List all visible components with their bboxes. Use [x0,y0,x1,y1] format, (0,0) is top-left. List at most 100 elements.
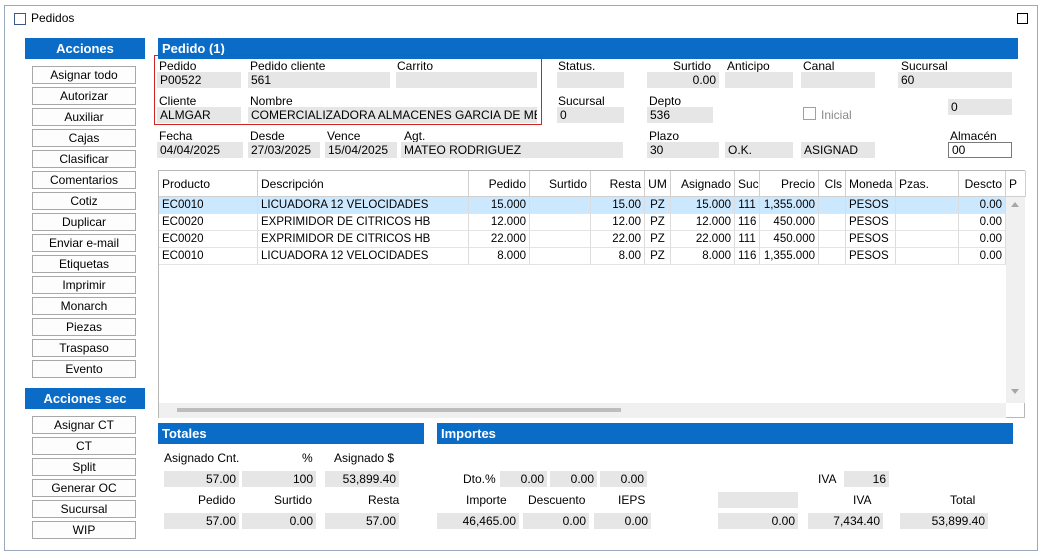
cell-pzas[interactable] [896,248,959,265]
column-header-asignado[interactable]: Asignado [671,171,735,197]
sucursal-field[interactable]: 0 [557,107,624,123]
comentarios-button[interactable]: Comentarios [32,171,136,189]
desde-field[interactable]: 27/03/2025 [248,142,320,158]
asignado-amt-field[interactable]: 53,899.40 [325,471,399,487]
plazo-field[interactable]: 30 [647,142,719,158]
clasificar-button[interactable]: Clasificar [32,150,136,168]
cell-cls[interactable] [819,231,846,248]
dto3-field[interactable]: 0.00 [600,471,647,487]
pct-field[interactable]: 100 [242,471,316,487]
duplicar-button[interactable]: Duplicar [32,213,136,231]
cell-asignado[interactable]: 8.000 [671,248,735,265]
cell-um[interactable]: PZ [645,214,671,231]
column-header-descripcion[interactable]: Descripción [258,171,469,197]
cell-pzas[interactable] [896,197,959,214]
cell-descto[interactable]: 0.00 [959,214,1006,231]
cell-pzas[interactable] [896,231,959,248]
blank-value-field[interactable]: 0.00 [718,513,798,529]
cliente-field[interactable]: ALMGAR [157,107,241,123]
inicial-checkbox[interactable] [803,107,816,120]
carrito-field[interactable] [396,72,537,88]
asignar-todo-button[interactable]: Asignar todo [32,66,136,84]
vence-field[interactable]: 15/04/2025 [325,142,397,158]
descuento-field[interactable]: 0.00 [523,513,589,529]
cell-producto[interactable]: EC0020 [159,214,258,231]
totales-resta-field[interactable]: 57.00 [325,513,399,529]
etiquetas-button[interactable]: Etiquetas [32,255,136,273]
surtido-field[interactable]: 0.00 [647,72,719,88]
column-header-suc[interactable]: Suc. [735,171,760,197]
column-header-pedido[interactable]: Pedido [469,171,530,197]
column-header-surtido[interactable]: Surtido [530,171,591,197]
generar-oc-button[interactable]: Generar OC [32,479,136,497]
split-button[interactable]: Split [32,458,136,476]
scroll-up-icon[interactable] [1011,202,1019,207]
cell-suc[interactable]: 116 [735,214,760,231]
piezas-button[interactable]: Piezas [32,318,136,336]
cell-resta[interactable]: 8.00 [591,248,645,265]
enviar-e-mail-button[interactable]: Enviar e-mail [32,234,136,252]
totales-surtido-field[interactable]: 0.00 [242,513,316,529]
column-header-precio[interactable]: Precio [760,171,819,197]
asignad-field[interactable]: ASIGNAD [801,142,875,158]
cell-producto[interactable]: EC0020 [159,231,258,248]
cell-descripcion[interactable]: LICUADORA 12 VELOCIDADES [258,248,469,265]
fecha-field[interactable]: 04/04/2025 [157,142,243,158]
cell-moneda[interactable]: PESOS [846,197,896,214]
cell-resta[interactable]: 22.00 [591,231,645,248]
cell-descripcion[interactable]: LICUADORA 12 VELOCIDADES [258,197,469,214]
dto1-field[interactable]: 0.00 [500,471,547,487]
cajas-button[interactable]: Cajas [32,129,136,147]
cell-asignado[interactable]: 12.000 [671,214,735,231]
blank-field-top[interactable] [718,492,798,508]
traspaso-button[interactable]: Traspaso [32,339,136,357]
cell-surtido[interactable] [530,214,591,231]
iva-field[interactable]: 7,434.40 [808,513,883,529]
scroll-down-icon[interactable] [1011,389,1019,394]
cell-suc[interactable]: 116 [735,248,760,265]
table-row[interactable]: EC0010 LICUADORA 12 VELOCIDADES 8.000 8.00 P… [159,248,1006,265]
horizontal-scroll-thumb[interactable] [177,408,621,412]
cell-producto[interactable]: EC0010 [159,197,258,214]
horizontal-scrollbar[interactable] [159,403,1006,418]
cell-cls[interactable] [819,214,846,231]
cell-pedido[interactable]: 15.000 [469,197,530,214]
ok-field[interactable]: O.K. [725,142,793,158]
cell-um[interactable]: PZ [645,197,671,214]
cell-asignado[interactable]: 22.000 [671,231,735,248]
column-header-p[interactable]: P [1006,171,1026,197]
auxiliar-button[interactable]: Auxiliar [32,108,136,126]
sucursal-top-field[interactable]: 60 [898,72,1012,88]
cell-moneda[interactable]: PESOS [846,248,896,265]
maximize-icon[interactable] [1017,13,1028,24]
asignar-ct-button[interactable]: Asignar CT [32,416,136,434]
cell-surtido[interactable] [530,231,591,248]
cell-moneda[interactable]: PESOS [846,214,896,231]
anticipo-field[interactable] [725,72,793,88]
column-header-moneda[interactable]: Moneda [846,171,896,197]
dto2-field[interactable]: 0.00 [550,471,597,487]
ct-button[interactable]: CT [32,437,136,455]
cell-cls[interactable] [819,248,846,265]
cell-precio[interactable]: 450.000 [760,214,819,231]
canal-field[interactable] [801,72,875,88]
cell-resta[interactable]: 12.00 [591,214,645,231]
autorizar-button[interactable]: Autorizar [32,87,136,105]
cell-precio[interactable]: 1,355.000 [760,248,819,265]
column-header-cls[interactable]: Cls [819,171,846,197]
cell-suc[interactable]: 111 [735,231,760,248]
cell-descto[interactable]: 0.00 [959,248,1006,265]
cell-surtido[interactable] [530,197,591,214]
cell-precio[interactable]: 1,355.000 [760,197,819,214]
cell-asignado[interactable]: 15.000 [671,197,735,214]
cell-um[interactable]: PZ [645,231,671,248]
cell-descto[interactable]: 0.00 [959,231,1006,248]
monarch-button[interactable]: Monarch [32,297,136,315]
cell-descto[interactable]: 0.00 [959,197,1006,214]
wip-button[interactable]: WIP [32,521,136,539]
column-header-descto[interactable]: Descto [959,171,1006,197]
totales-pedido-field[interactable]: 57.00 [164,513,239,529]
agt-field[interactable]: MATEO RODRIGUEZ [401,142,623,158]
sucursal-button[interactable]: Sucursal [32,500,136,518]
cell-descripcion[interactable]: EXPRIMIDOR DE CITRICOS HB [258,231,469,248]
